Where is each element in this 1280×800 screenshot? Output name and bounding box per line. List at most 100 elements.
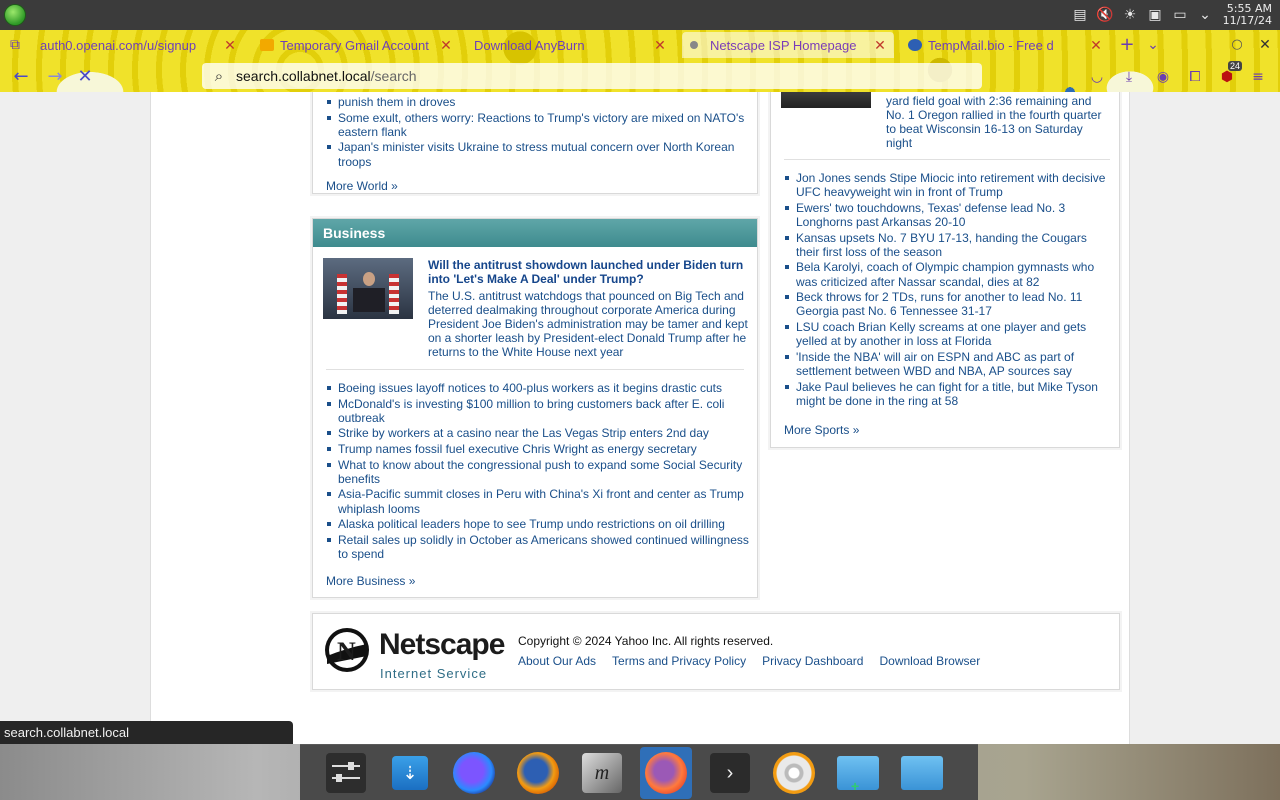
business-news-list: Boeing issues layoff notices to 400-plus…	[326, 381, 751, 563]
close-icon[interactable]: ✕	[652, 37, 668, 54]
news-photo[interactable]	[781, 92, 871, 108]
web-page: punish them in droves Some exult, others…	[0, 92, 1280, 744]
news-photo[interactable]	[323, 258, 413, 319]
tab-bar: ⧉ auth0.openai.com/u/signup ✕ Temporary …	[0, 30, 1280, 60]
os-top-panel: ▤ 🔇 ☀ ▣ ▭ ⌄ 5:55 AM 11/17/24	[0, 0, 1280, 30]
sports-news-box: yard field goal with 2:36 remaining and …	[770, 92, 1120, 448]
text-editor-icon[interactable]: m	[576, 747, 628, 799]
menu-icon[interactable]: ≡	[1249, 68, 1267, 86]
list-item[interactable]: Asia-Pacific summit closes in Peru with …	[326, 487, 751, 516]
list-item[interactable]: Alaska political leaders hope to see Tru…	[326, 517, 751, 531]
list-item[interactable]: Strike by workers at a casino near the L…	[326, 426, 751, 440]
minimize-icon[interactable]: ○	[1226, 34, 1248, 56]
firefox-nightly-icon[interactable]	[640, 746, 692, 799]
more-world-link[interactable]: More World »	[326, 179, 398, 193]
logo-subtitle: Internet Service	[380, 666, 488, 681]
navigation-bar: ← → ✕ ⌕ search.collabnet.local/search ◡ …	[0, 60, 1280, 92]
ublock-badge: 24	[1228, 61, 1243, 71]
downloads-icon[interactable]: ⤓	[1120, 68, 1138, 86]
list-item[interactable]: Jake Paul believes he can fight for a ti…	[784, 380, 1112, 408]
list-item[interactable]: Trump names fossil fuel executive Chris …	[326, 442, 751, 456]
store-icon[interactable]: ⇣	[384, 747, 436, 799]
logo-name: Netscape	[379, 628, 505, 661]
file-manager-add-icon[interactable]: +	[832, 747, 884, 799]
firefox-icon[interactable]	[512, 747, 564, 799]
tab-label: Download AnyBurn	[474, 37, 585, 53]
loading-icon	[690, 41, 698, 49]
tab-label: auth0.openai.com/u/signup	[40, 37, 197, 53]
divider	[784, 159, 1110, 160]
os-menu-icon[interactable]	[4, 4, 26, 26]
list-item[interactable]: Kansas upsets No. 7 BYU 17-13, handing t…	[784, 231, 1112, 259]
download-browser-link[interactable]: Download Browser	[879, 654, 980, 668]
section-title: Business	[313, 219, 757, 247]
list-item[interactable]: Some exult, others worry: Reactions to T…	[326, 111, 751, 139]
volume-muted-icon[interactable]: 🔇	[1096, 6, 1114, 24]
new-tab-icon[interactable]: +	[1116, 34, 1138, 56]
url-host: search.collabnet.local	[236, 68, 371, 84]
terms-privacy-link[interactable]: Terms and Privacy Policy	[612, 654, 746, 668]
list-item[interactable]: Retail sales up solidly in October as Am…	[326, 533, 751, 561]
tab-download-anyburn[interactable]: Download AnyBurn ✕	[466, 32, 674, 58]
list-item[interactable]: LSU coach Brian Kelly screams at one pla…	[784, 320, 1112, 348]
chevron-down-icon[interactable]: ⌄	[1196, 6, 1214, 24]
display-icon[interactable]: ▭	[1171, 6, 1189, 24]
tab-netscape-isp[interactable]: Netscape ISP Homepage ✕	[682, 32, 894, 58]
stop-loading-icon[interactable]: ✕	[74, 66, 96, 88]
tab-overview-icon[interactable]: ⧉	[4, 34, 26, 56]
netscape-logo[interactable]: N Netscape Internet Service	[323, 626, 505, 682]
terminal-icon[interactable]: ›	[704, 747, 756, 799]
clock-date: 11/17/24	[1222, 14, 1272, 27]
account-icon[interactable]: ◉	[1154, 68, 1172, 86]
world-news-box: punish them in droves Some exult, others…	[312, 92, 758, 194]
list-item[interactable]: Japan's minister visits Ukraine to stres…	[326, 140, 751, 169]
list-item[interactable]: punish them in droves	[326, 95, 751, 109]
tab-list-icon[interactable]: ⌄	[1142, 34, 1164, 56]
settings-icon[interactable]	[320, 747, 372, 799]
more-sports-link[interactable]: More Sports »	[784, 423, 859, 437]
url-path: /search	[370, 68, 417, 84]
close-icon[interactable]: ✕	[1088, 37, 1104, 54]
list-item[interactable]: Boeing issues layoff notices to 400-plus…	[326, 381, 751, 395]
firefox-dev-icon[interactable]	[448, 747, 500, 799]
sports-lead-summary: yard field goal with 2:36 remaining and …	[886, 94, 1102, 150]
tab-label: Temporary Gmail Account	[280, 37, 429, 53]
close-icon[interactable]: ✕	[222, 37, 238, 54]
list-item[interactable]: Beck throws for 2 TDs, runs for another …	[784, 290, 1112, 318]
list-item[interactable]: Jon Jones sends Stipe Miocic into retire…	[784, 171, 1112, 199]
forward-icon[interactable]: →	[44, 66, 66, 88]
disc-burner-icon[interactable]	[768, 747, 820, 799]
pocket-icon[interactable]: ◡	[1088, 68, 1106, 86]
close-icon[interactable]: ✕	[438, 37, 454, 54]
file-manager-icon[interactable]	[896, 747, 948, 799]
business-news-box: Business Will the antitrust showdown lau…	[312, 218, 758, 598]
tab-tempmail[interactable]: TempMail.bio - Free d ✕	[900, 32, 1110, 58]
sports-news-list: Jon Jones sends Stipe Miocic into retire…	[784, 171, 1112, 409]
extensions-icon[interactable]: ⧠	[1186, 68, 1204, 86]
save-icon[interactable]: ▣	[1146, 6, 1164, 24]
url-bar[interactable]: ⌕ search.collabnet.local/search	[202, 63, 982, 89]
clipboard-icon[interactable]: ▤	[1071, 6, 1089, 24]
window-close-icon[interactable]: ✕	[1254, 34, 1276, 56]
brightness-icon[interactable]: ☀	[1121, 6, 1139, 24]
list-item[interactable]: McDonald's is investing $100 million to …	[326, 397, 751, 425]
system-tray: ▤ 🔇 ☀ ▣ ▭ ⌄	[1071, 6, 1214, 24]
svg-text:N: N	[337, 637, 356, 666]
url-text[interactable]: search.collabnet.local/search	[236, 68, 417, 84]
list-item[interactable]: Ewers' two touchdowns, Texas' defense le…	[784, 201, 1112, 229]
tab-auth0[interactable]: auth0.openai.com/u/signup ✕	[32, 32, 244, 58]
more-business-link[interactable]: More Business »	[326, 574, 415, 588]
list-item[interactable]: 'Inside the NBA' will air on ESPN and AB…	[784, 350, 1112, 378]
about-our-ads-link[interactable]: About Our Ads	[518, 654, 596, 668]
list-item[interactable]: What to know about the congressional pus…	[326, 458, 751, 486]
clock[interactable]: 5:55 AM 11/17/24	[1223, 3, 1272, 27]
close-icon[interactable]: ✕	[872, 37, 888, 54]
privacy-dashboard-link[interactable]: Privacy Dashboard	[762, 654, 863, 668]
copyright: Copyright © 2024 Yahoo Inc. All rights r…	[518, 634, 774, 648]
divider	[326, 369, 744, 370]
tempmail-icon	[908, 39, 922, 51]
lead-headline[interactable]: Will the antitrust showdown launched und…	[428, 258, 748, 286]
tab-temporary-gmail[interactable]: Temporary Gmail Account ✕	[252, 32, 460, 58]
back-icon[interactable]: ←	[10, 66, 32, 88]
list-item[interactable]: Bela Karolyi, coach of Olympic champion …	[784, 260, 1112, 289]
